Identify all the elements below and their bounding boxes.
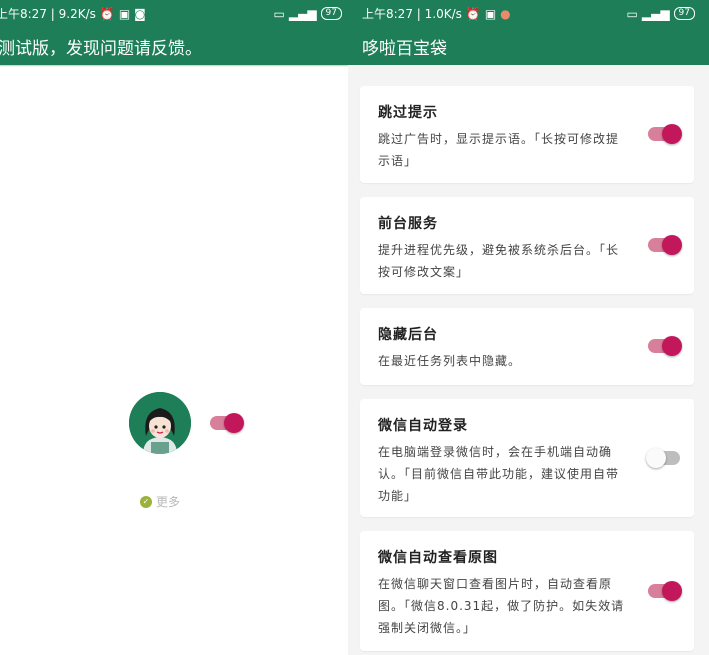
switch-thumb <box>662 235 682 255</box>
setting-card-foreground-service[interactable]: 前台服务 提升进程优先级，避免被系统杀后台。「长按可修改文案」 <box>360 197 694 294</box>
battery-indicator: 97 <box>673 7 695 20</box>
hide-background-toggle[interactable] <box>648 336 682 356</box>
signal-icon: ▂▄▆ <box>288 6 317 21</box>
status-time: 上午8:27 | 9.2K/s <box>0 7 96 21</box>
switch-thumb <box>662 124 682 144</box>
card-description: 在最近任务列表中隐藏。 <box>378 354 522 368</box>
setting-card-wechat-auto-original-image[interactable]: 微信自动查看原图 在微信聊天窗口查看图片时，自动查看原图。「微信8.0.31起，… <box>360 531 694 651</box>
battery-indicator: 97 <box>320 7 342 20</box>
card-title: 微信自动查看原图 <box>378 550 498 566</box>
card-title: 跳过提示 <box>378 105 438 121</box>
status-bar: 上午8:27 | 9.2K/s ⏰ ▣ ◙ ▭ ▂▄▆ 97 <box>0 0 348 27</box>
main-toggle-switch[interactable] <box>210 413 244 433</box>
nfc-icon: ▣ <box>484 6 497 21</box>
skip-hint-toggle[interactable] <box>648 124 682 144</box>
switch-thumb <box>662 581 682 601</box>
status-time: 上午8:27 | 1.0K/s <box>362 7 462 21</box>
left-screen: 上午8:27 | 9.2K/s ⏰ ▣ ◙ ▭ ▂▄▆ 97 测试版，发现问题请… <box>0 0 348 655</box>
card-title: 前台服务 <box>378 216 438 232</box>
setting-card-hide-background[interactable]: 隐藏后台 在最近任务列表中隐藏。 <box>360 308 694 385</box>
setting-card-skip-hint[interactable]: 跳过提示 跳过广告时，显示提示语。「长按可修改提示语」 <box>360 86 694 183</box>
notification-icon: ◙ <box>134 6 146 21</box>
foreground-service-toggle[interactable] <box>648 235 682 255</box>
card-description: 在电脑端登录微信时，会在手机端自动确认。「目前微信自带此功能，建议使用自带功能」 <box>378 445 620 503</box>
app-bar: 测试版，发现问题请反馈。 <box>0 27 348 65</box>
alarm-icon: ⏰ <box>99 6 115 21</box>
more-label: 更多 <box>156 495 181 509</box>
signal-icon: ▂▄▆ <box>641 6 670 21</box>
sim-icon: ▭ <box>273 6 285 21</box>
switch-thumb <box>646 448 666 468</box>
page-title: 测试版，发现问题请反馈。 <box>0 38 202 59</box>
avatar-illustration <box>129 392 191 454</box>
setting-card-wechat-auto-login[interactable]: 微信自动登录 在电脑端登录微信时，会在手机端自动确认。「目前微信自带此功能，建议… <box>360 399 694 517</box>
check-icon: ✓ <box>140 495 152 508</box>
switch-thumb <box>662 336 682 356</box>
wechat-auto-login-toggle[interactable] <box>646 448 680 468</box>
card-description: 在微信聊天窗口查看图片时，自动查看原图。「微信8.0.31起，做了防护。如失效请… <box>378 577 625 635</box>
alarm-icon: ⏰ <box>465 6 481 21</box>
wechat-auto-original-image-toggle[interactable] <box>648 581 682 601</box>
more-link[interactable]: ✓ 更多 <box>140 493 180 510</box>
status-bar: 上午8:27 | 1.0K/s ⏰ ▣ ● ▭ ▂▄▆ 97 <box>348 0 709 27</box>
card-description: 跳过广告时，显示提示语。「长按可修改提示语」 <box>378 132 620 168</box>
notification-icon: ● <box>500 6 511 21</box>
app-bar-shadow <box>0 65 348 67</box>
right-screen: 上午8:27 | 1.0K/s ⏰ ▣ ● ▭ ▂▄▆ 97 哆啦百宝袋 跳过提… <box>348 0 709 655</box>
card-description: 提升进程优先级，避免被系统杀后台。「长按可修改文案」 <box>378 243 620 279</box>
card-title: 隐藏后台 <box>378 327 438 343</box>
switch-thumb <box>224 413 244 433</box>
sim-icon: ▭ <box>626 6 638 21</box>
app-bar: 哆啦百宝袋 <box>348 27 709 65</box>
girl-avatar-icon[interactable] <box>129 392 191 454</box>
page-title: 哆啦百宝袋 <box>362 38 447 59</box>
card-title: 微信自动登录 <box>378 418 468 434</box>
nfc-icon: ▣ <box>118 6 131 21</box>
